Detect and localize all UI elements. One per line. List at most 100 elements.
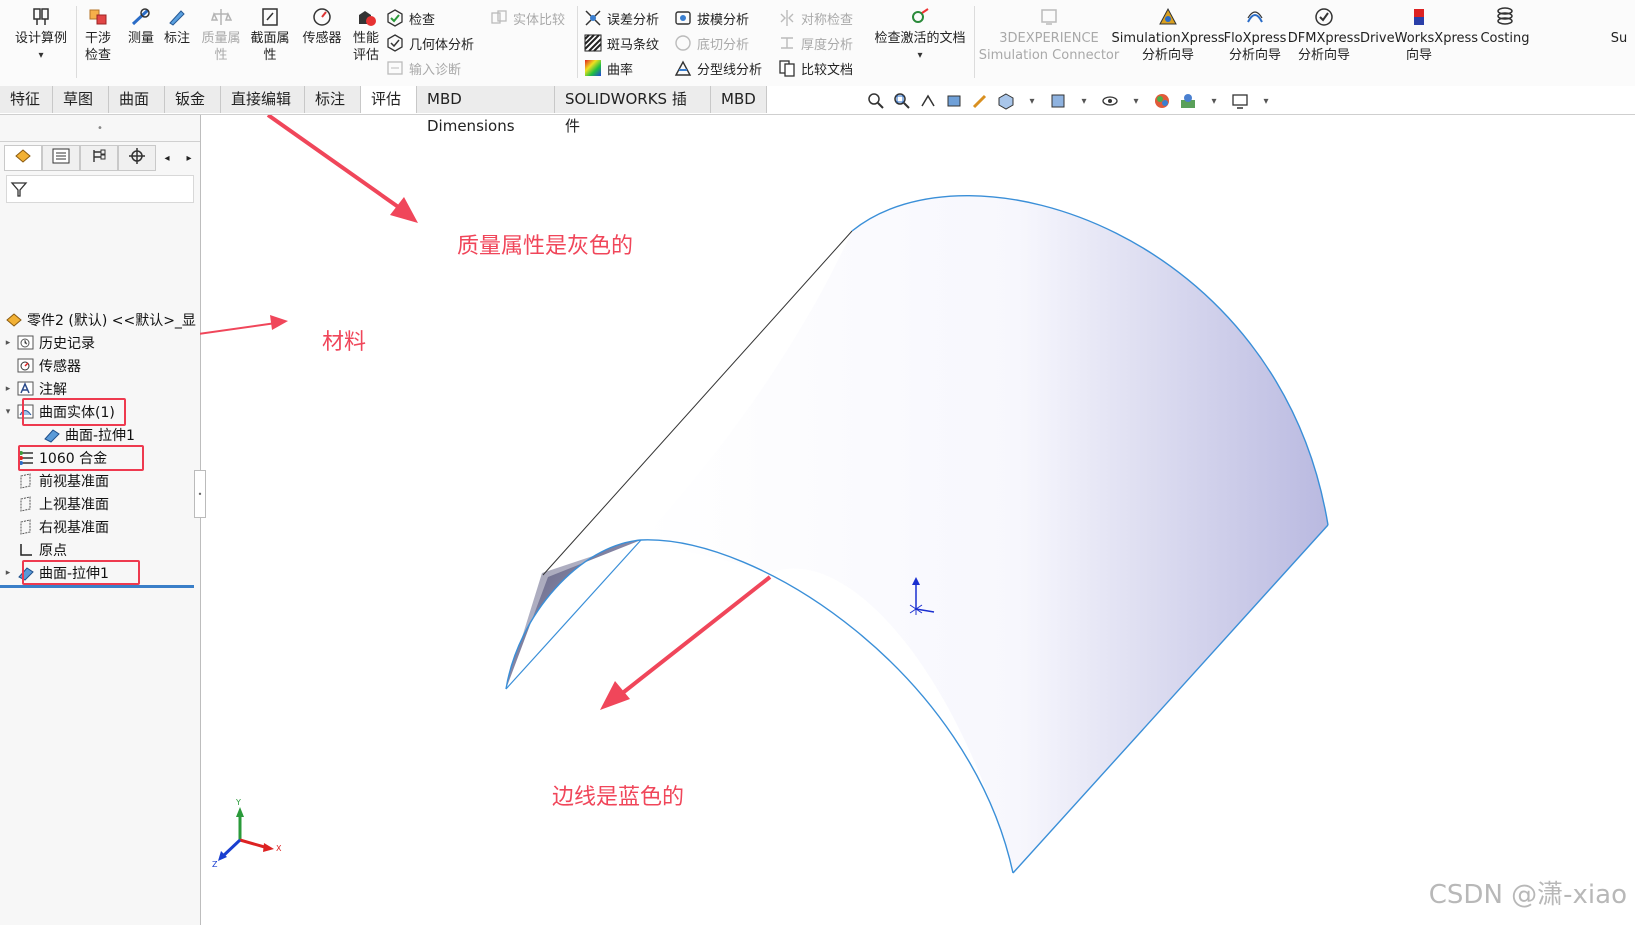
driveworksxpress-button[interactable]: DriveWorksXpress 向导 (1360, 6, 1478, 64)
simulationxpress-icon (1157, 6, 1179, 28)
deviation-analysis-button[interactable]: 误差分析 (584, 7, 659, 29)
interference-check-button[interactable]: 干涉检查 (78, 6, 118, 64)
costing-button[interactable]: Costing (1478, 6, 1532, 47)
tab-solidworks-addins[interactable]: SOLIDWORKS 插件 (555, 86, 711, 135)
command-manager-tabs: 特征 草图 曲面 钣金 直接编辑 标注 评估 MBD Dimensions SO… (0, 86, 1635, 135)
floxpress-button[interactable]: FloXpress 分析向导 (1224, 6, 1286, 64)
simulation-connector-button[interactable]: 3DEXPERIENCE Simulation Connector (978, 6, 1120, 64)
tab-markup[interactable]: 标注 (305, 86, 361, 113)
tab-surfaces[interactable]: 曲面 (109, 86, 165, 113)
panel-grip[interactable]: • (0, 115, 200, 142)
tab-sheet-metal[interactable]: 钣金 (165, 86, 221, 113)
draft-analysis-icon (674, 9, 692, 27)
section-view-icon[interactable] (944, 92, 964, 110)
mass-properties-button[interactable]: 质量属性 (200, 6, 242, 64)
part-root-node[interactable]: 零件2 (默认) <<默认>_显 (4, 309, 196, 331)
chevron-down-icon[interactable]: ▾ (1126, 92, 1146, 110)
panel-tabs: ◂ ▸ (4, 145, 200, 171)
triad-y-label: Y (235, 798, 241, 807)
tabs-scroll-left-icon[interactable]: ◂ (156, 145, 178, 171)
zoom-to-area-icon[interactable] (892, 92, 912, 110)
symmetry-check-button[interactable]: 对称检查 (778, 7, 853, 29)
tab-sketch[interactable]: 草图 (53, 86, 109, 113)
plane-icon (16, 472, 36, 490)
check-active-document-button[interactable]: 检查激活的文档 ▾ (868, 6, 972, 64)
chevron-down-icon[interactable]: ▾ (1256, 92, 1276, 110)
tree-item-surface-extrude-body[interactable]: 曲面-拉伸1 (26, 424, 135, 446)
import-diagnostics-icon (386, 59, 404, 77)
tab-mbd[interactable]: MBD (711, 86, 767, 113)
rollback-bar[interactable] (0, 585, 194, 588)
tree-item-history[interactable]: ▸ 历史记录 (0, 332, 95, 354)
parting-line-analysis-button[interactable]: 分型线分析 (674, 57, 762, 79)
tree-item-annotations[interactable]: ▸ 注解 (0, 378, 67, 400)
feature-manager-tab[interactable] (4, 145, 42, 171)
compare-documents-button[interactable]: 比较文档 (778, 57, 853, 79)
import-diagnostics-button[interactable]: 输入诊断 (386, 57, 461, 79)
tabs-scroll-right-icon[interactable]: ▸ (178, 145, 200, 171)
expand-arrow-icon[interactable]: ▾ (0, 407, 16, 417)
undercut-analysis-button[interactable]: 底切分析 (674, 32, 749, 54)
simulationxpress-button[interactable]: SimulationXpress 分析向导 (1112, 6, 1225, 64)
tab-evaluate[interactable]: 评估 (361, 86, 417, 113)
surface-left-straight-edge[interactable] (505, 539, 642, 690)
chevron-down-icon[interactable]: ▾ (917, 47, 922, 64)
edit-appearance-icon[interactable] (1152, 92, 1172, 110)
curvature-button[interactable]: 曲率 (584, 57, 633, 79)
dfmxpress-button[interactable]: DFMXpress 分析向导 (1288, 6, 1360, 64)
expand-arrow-icon[interactable]: ▸ (0, 568, 16, 578)
graphics-area[interactable]: Y X Z (200, 115, 1635, 925)
apply-scene-icon[interactable] (1178, 92, 1198, 110)
view-settings-icon[interactable] (1230, 92, 1250, 110)
thickness-analysis-button[interactable]: 厚度分析 (778, 32, 853, 54)
geometry-analysis-button[interactable]: 几何体分析 (386, 32, 474, 54)
chevron-down-icon[interactable]: ▾ (1204, 92, 1224, 110)
surface-outer-face[interactable] (641, 195, 1328, 874)
section-properties-label: 截面属性 (250, 31, 290, 63)
tab-direct-editing[interactable]: 直接编辑 (221, 86, 305, 113)
hide-show-items-icon[interactable] (1100, 92, 1120, 110)
markup-label: 标注 (163, 31, 190, 46)
zebra-stripes-button[interactable]: 斑马条纹 (584, 32, 659, 54)
check-button[interactable]: 检查 (386, 7, 435, 29)
body-compare-button[interactable]: 实体比较 (490, 7, 565, 29)
markup-button[interactable]: 标注 (160, 6, 194, 47)
chevron-down-icon[interactable]: ▾ (1074, 92, 1094, 110)
annotation-material: 材料 (322, 330, 367, 355)
configuration-manager-tab[interactable] (80, 145, 118, 171)
tab-mbd-dimensions[interactable]: MBD Dimensions (417, 86, 555, 135)
tree-item-origin[interactable]: 原点 (0, 539, 67, 561)
sustainability-button[interactable]: Su (1604, 6, 1634, 47)
expand-arrow-icon[interactable]: ▸ (0, 338, 16, 348)
tab-features[interactable]: 特征 (0, 86, 53, 113)
zoom-to-fit-icon[interactable] (866, 92, 886, 110)
measure-button[interactable]: 测量 (124, 6, 158, 47)
property-manager-icon (52, 148, 70, 168)
design-study-button[interactable]: 设计算例 ▾ (8, 6, 74, 64)
compare-documents-label: 比较文档 (801, 62, 854, 78)
previous-view-icon[interactable] (918, 92, 938, 110)
floxpress-label-2: 分析向导 (1228, 48, 1281, 63)
display-style-icon[interactable] (1048, 92, 1068, 110)
sustainability-label: Su (1610, 31, 1628, 46)
section-properties-button[interactable]: 截面属性 (248, 6, 292, 64)
chevron-down-icon[interactable]: ▾ (1022, 92, 1042, 110)
annotation-mass-properties-gray: 质量属性是灰色的 (457, 234, 634, 259)
tree-item-sensors[interactable]: 传感器 (0, 355, 81, 377)
draft-analysis-button[interactable]: 拔模分析 (674, 7, 749, 29)
dynamic-annotation-icon[interactable] (970, 92, 990, 110)
expand-arrow-icon[interactable]: ▸ (0, 384, 16, 394)
sensor-button[interactable]: 传感器 (300, 6, 344, 47)
tree-item-top-plane[interactable]: 上视基准面 (0, 493, 109, 515)
view-orientation-icon[interactable] (996, 92, 1016, 110)
dimxpert-manager-tab[interactable] (118, 145, 156, 171)
measure-label: 测量 (127, 31, 154, 46)
origin-icon (16, 541, 36, 559)
tree-item-right-plane[interactable]: 右视基准面 (0, 516, 109, 538)
tree-item-front-plane[interactable]: 前视基准面 (0, 470, 109, 492)
tree-filter[interactable] (6, 175, 194, 203)
performance-eval-button[interactable]: 性能评估 (350, 6, 382, 64)
property-manager-tab[interactable] (42, 145, 80, 171)
surface-extrude-icon (42, 426, 62, 444)
chevron-down-icon[interactable]: ▾ (38, 47, 43, 64)
